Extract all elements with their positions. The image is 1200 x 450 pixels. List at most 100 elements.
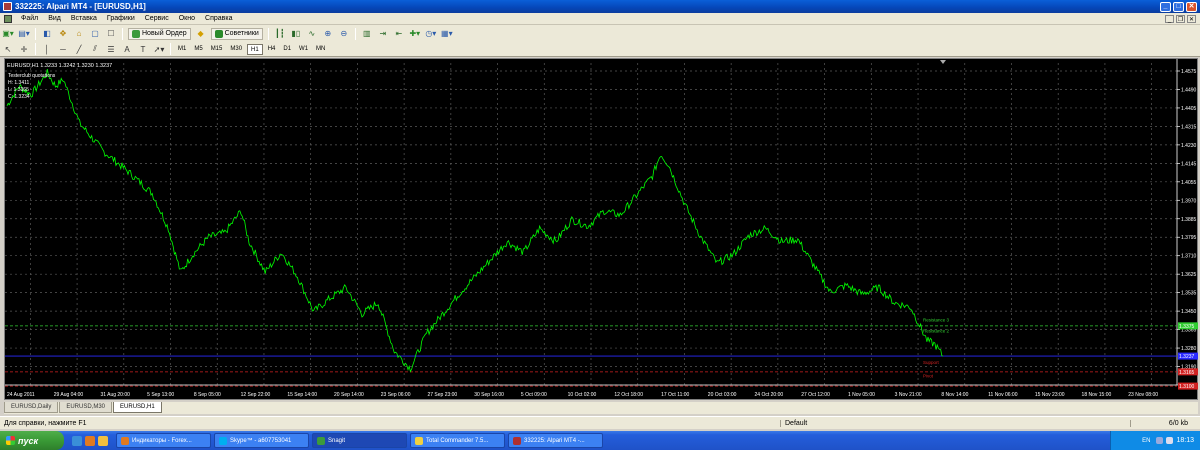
channel-icon[interactable]: ⫽ bbox=[89, 43, 101, 55]
timeframe-m30[interactable]: M30 bbox=[227, 44, 245, 55]
experts-button[interactable]: Советники bbox=[210, 27, 263, 40]
toolbar-separator bbox=[35, 43, 36, 55]
label-icon[interactable]: T bbox=[137, 43, 149, 55]
text-icon[interactable]: A bbox=[121, 43, 133, 55]
tab-eurusd-h1[interactable]: EURUSD,H1 bbox=[113, 402, 162, 413]
timeframe-m15[interactable]: M15 bbox=[208, 44, 226, 55]
market-watch-icon[interactable]: ◧ bbox=[41, 28, 53, 40]
language-indicator[interactable]: EN bbox=[1142, 438, 1150, 444]
quotes-line: H: 1.3411 bbox=[8, 80, 30, 86]
y-tick-label: 1.4315 bbox=[1181, 124, 1197, 130]
child-window-controls: _ ❐ ✕ bbox=[1165, 14, 1196, 23]
templates-icon[interactable]: ▦▾ bbox=[441, 28, 453, 40]
fibonacci-icon[interactable]: ☰ bbox=[105, 43, 117, 55]
maximize-icon[interactable]: □ bbox=[1173, 1, 1184, 12]
indicators-icon[interactable]: ✚▾ bbox=[409, 28, 421, 40]
timeframe-mn[interactable]: MN bbox=[313, 44, 328, 55]
level-label-resistance: 1.3375 bbox=[1179, 324, 1195, 330]
system-tray: EN 18:13 bbox=[1110, 431, 1200, 450]
strategy-tester-icon[interactable]: ☐ bbox=[105, 28, 117, 40]
total-commander-icon bbox=[415, 436, 423, 445]
network-icon[interactable] bbox=[1156, 437, 1164, 444]
new-chart-icon[interactable]: ▣▾ bbox=[2, 28, 14, 40]
candlestick-icon[interactable]: ▮▯ bbox=[290, 28, 302, 40]
x-tick-label: 8 Nov 14:00 bbox=[941, 392, 968, 398]
autoscroll-icon[interactable]: ⇥ bbox=[377, 28, 389, 40]
navigator-icon[interactable]: ⌂ bbox=[73, 28, 85, 40]
x-tick-label: 15 Sep 14:00 bbox=[287, 392, 317, 398]
level-annotation: Pivot bbox=[923, 373, 934, 378]
y-tick-label: 1.4575 bbox=[1181, 69, 1197, 75]
desktop-icon[interactable] bbox=[72, 435, 82, 446]
minimize-icon[interactable]: _ bbox=[1160, 1, 1171, 12]
start-button[interactable]: пуск bbox=[0, 431, 64, 450]
x-tick-label: 27 Oct 12:00 bbox=[801, 392, 830, 398]
periods-icon[interactable]: ◷▾ bbox=[425, 28, 437, 40]
metaeditor-icon[interactable]: ◆ bbox=[195, 28, 207, 40]
chart-shift-icon[interactable]: ⇤ bbox=[393, 28, 405, 40]
tab-eurusd-m30[interactable]: EURUSD,M30 bbox=[59, 402, 113, 413]
chart-tabs: EURUSD,Daily EURUSD,M30 EURUSD,H1 bbox=[4, 402, 1198, 414]
x-tick-label: 5 Sep 13:00 bbox=[147, 392, 174, 398]
status-profile: Default bbox=[780, 419, 1130, 427]
menu-window[interactable]: Окно bbox=[174, 15, 200, 22]
timeframe-d1[interactable]: D1 bbox=[280, 44, 294, 55]
new-order-icon bbox=[132, 29, 140, 38]
y-tick-label: 1.3885 bbox=[1181, 217, 1197, 223]
timeframe-m5[interactable]: M5 bbox=[191, 44, 205, 55]
timeframe-h4[interactable]: H4 bbox=[265, 44, 279, 55]
arrow-icon[interactable]: ➚▾ bbox=[153, 43, 165, 55]
chart-window[interactable]: 1.4575 1.4490 1.4405 1.4315 1.4230 1.4145 1.40… bbox=[4, 58, 1198, 400]
line-chart-icon[interactable]: ∿ bbox=[306, 28, 318, 40]
menu-view[interactable]: Вид bbox=[43, 15, 66, 22]
cursor-icon[interactable]: ↖ bbox=[2, 43, 14, 55]
child-minimize-icon[interactable]: _ bbox=[1165, 14, 1174, 23]
y-tick-label: 1.3450 bbox=[1181, 309, 1197, 315]
new-order-button[interactable]: Новый Ордер bbox=[128, 27, 191, 40]
trendline-icon[interactable]: ╱ bbox=[73, 43, 85, 55]
profiles-icon[interactable]: ▤▾ bbox=[18, 28, 30, 40]
mt4-icon bbox=[513, 436, 521, 445]
horizontal-line-icon[interactable]: ─ bbox=[57, 43, 69, 55]
task-forex-browser[interactable]: Индикаторы - Forex... bbox=[116, 433, 211, 448]
menu-help[interactable]: Справка bbox=[200, 15, 237, 22]
y-tick-label: 1.4405 bbox=[1181, 106, 1197, 112]
browser-icon[interactable] bbox=[85, 435, 95, 446]
terminal-icon[interactable]: ▢ bbox=[89, 28, 101, 40]
close-icon[interactable]: ✕ bbox=[1186, 1, 1197, 12]
x-tick-label: 1 Nov 05:00 bbox=[848, 392, 875, 398]
price-chart[interactable]: 1.4575 1.4490 1.4405 1.4315 1.4230 1.4145 1.40… bbox=[5, 59, 1199, 401]
task-snagit[interactable]: Snagit bbox=[312, 433, 407, 448]
chart-shift-marker bbox=[940, 60, 946, 64]
tile-windows-icon[interactable]: ▥ bbox=[361, 28, 373, 40]
zoom-out-icon[interactable]: ⊖ bbox=[338, 28, 350, 40]
vertical-line-icon[interactable]: │ bbox=[41, 43, 53, 55]
zoom-in-icon[interactable]: ⊕ bbox=[322, 28, 334, 40]
timeframe-m1[interactable]: M1 bbox=[175, 44, 189, 55]
menu-file[interactable]: Файл bbox=[16, 15, 43, 22]
chart-window-icon[interactable] bbox=[4, 14, 12, 23]
volume-icon[interactable] bbox=[1166, 437, 1174, 444]
bar-chart-icon[interactable]: ┃┇ bbox=[274, 28, 286, 40]
title-bar[interactable]: 332225: Alpari MT4 - [EURUSD,H1] _ □ ✕ bbox=[0, 0, 1200, 13]
explorer-icon[interactable] bbox=[98, 435, 108, 446]
menu-tools[interactable]: Сервис bbox=[140, 15, 174, 22]
crosshair-icon[interactable]: ✛ bbox=[18, 43, 30, 55]
x-tick-label: 17 Oct 11:00 bbox=[661, 392, 689, 398]
x-tick-label: 23 Nov 08:00 bbox=[1128, 392, 1158, 398]
task-skype[interactable]: Skype™ - a607753041 bbox=[214, 433, 309, 448]
timeframe-w1[interactable]: W1 bbox=[296, 44, 311, 55]
timeframe-h1[interactable]: H1 bbox=[247, 43, 263, 55]
tab-eurusd-daily[interactable]: EURUSD,Daily bbox=[4, 402, 59, 413]
app-icon bbox=[3, 2, 12, 11]
task-mt4[interactable]: 332225: Alpari MT4 -... bbox=[508, 433, 603, 448]
child-restore-icon[interactable]: ❐ bbox=[1176, 14, 1185, 23]
data-window-icon[interactable]: ✥ bbox=[57, 28, 69, 40]
task-total-commander[interactable]: Total Commander 7.5... bbox=[410, 433, 505, 448]
menu-charts[interactable]: Графики bbox=[102, 15, 140, 22]
windows-logo-icon bbox=[6, 436, 15, 445]
child-close-icon[interactable]: ✕ bbox=[1187, 14, 1196, 23]
x-tick-label: 12 Oct 18:00 bbox=[614, 392, 643, 398]
menu-insert[interactable]: Вставка bbox=[66, 15, 102, 22]
toolbar-separator bbox=[170, 43, 171, 55]
